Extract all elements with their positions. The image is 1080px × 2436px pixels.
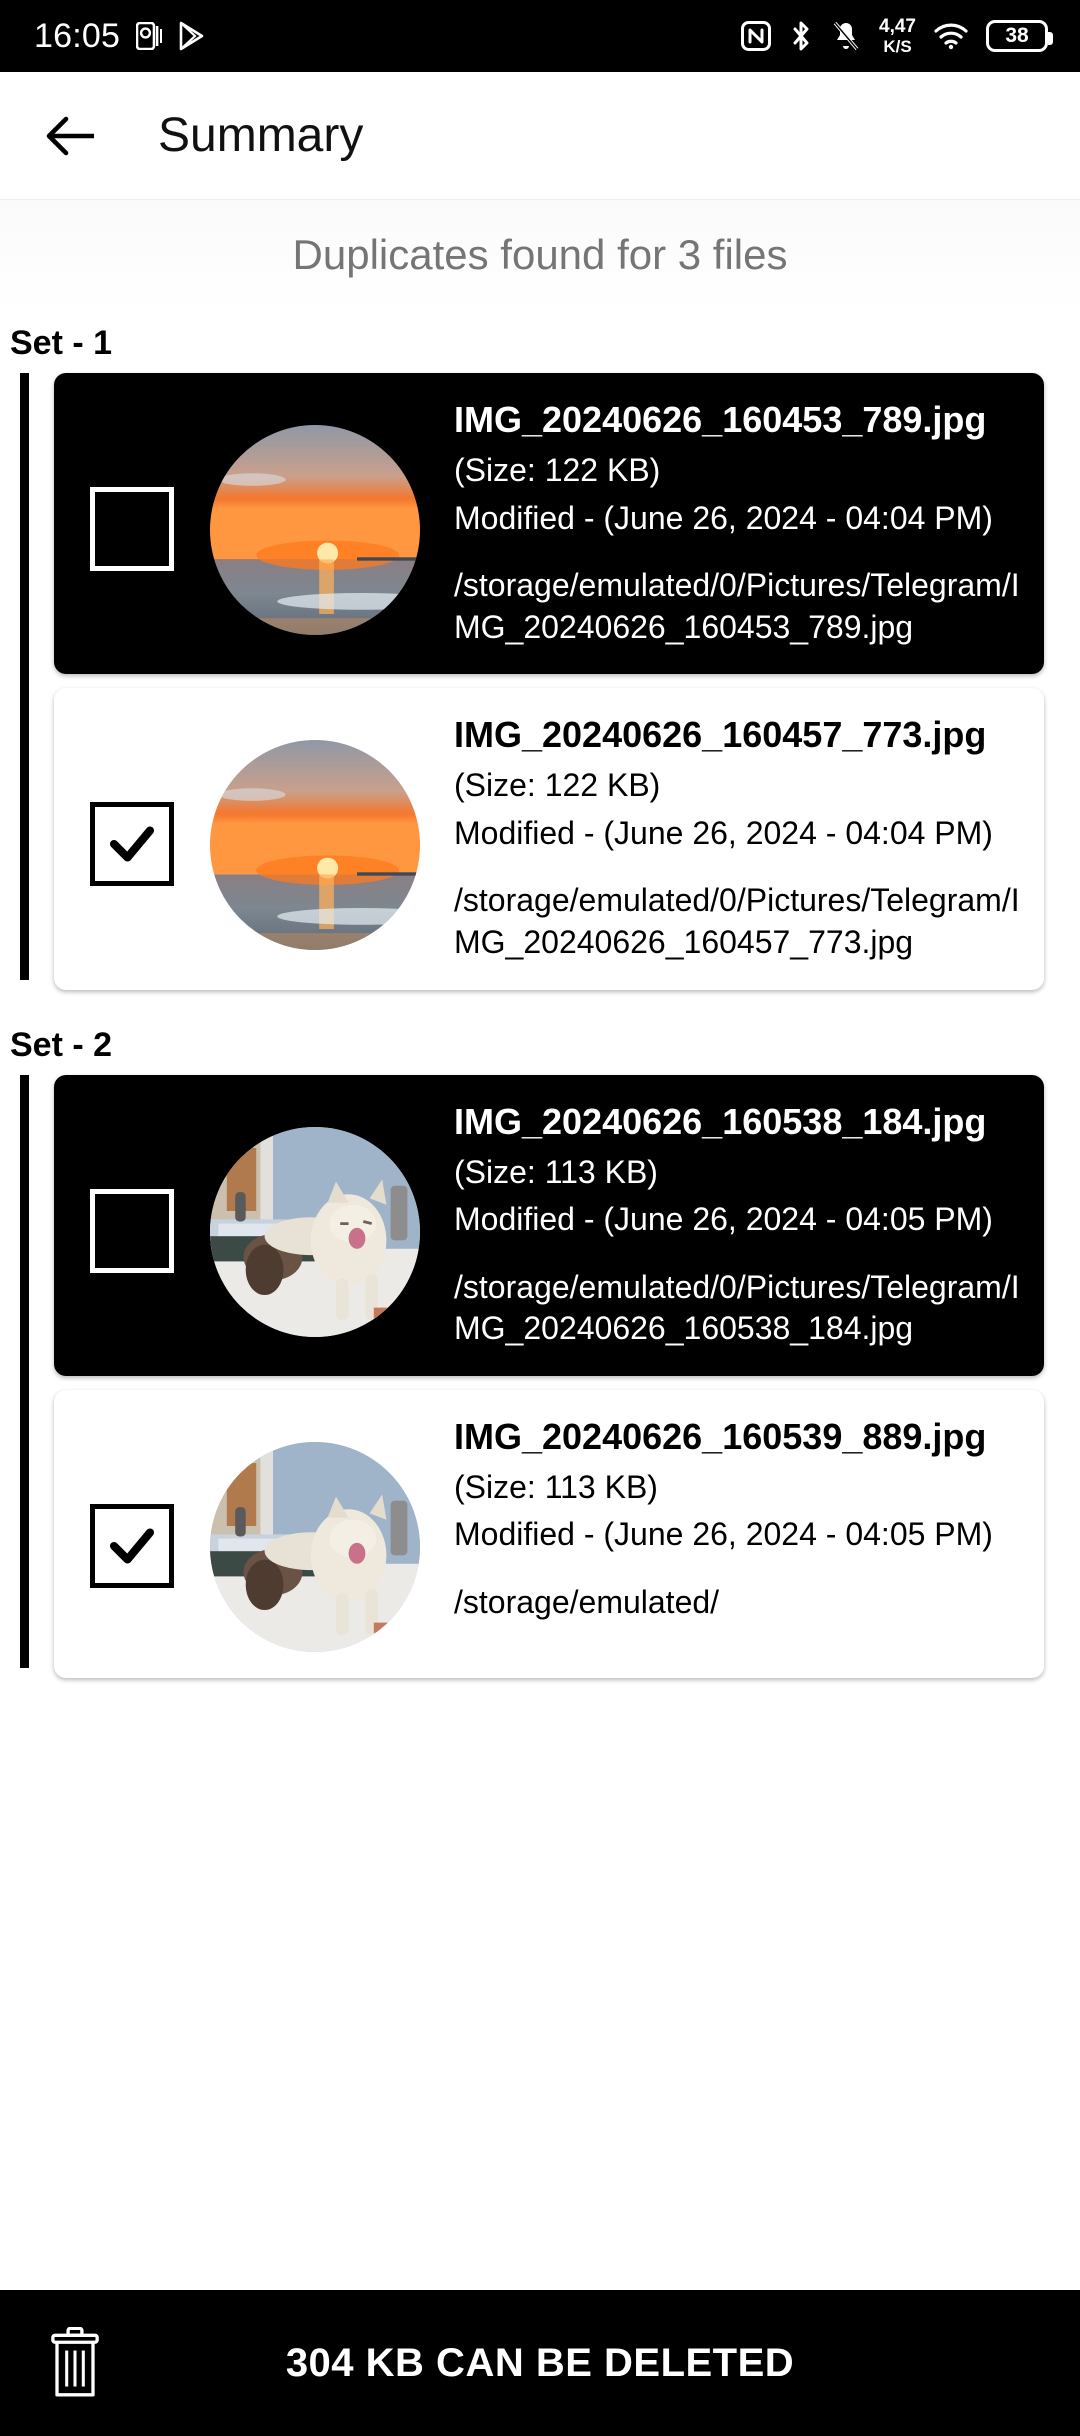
duplicate-sets-list[interactable]: Set - 1 IMG_20240626_160453_789.jpg (Siz…	[0, 310, 1080, 2290]
file-meta: IMG_20240626_160457_773.jpg (Size: 122 K…	[442, 710, 1026, 963]
file-path: /storage/emulated/	[454, 1583, 720, 1620]
file-select-checkbox[interactable]	[90, 487, 174, 571]
back-arrow-icon[interactable]	[44, 115, 98, 157]
file-size: (Size: 113 KB)	[454, 1153, 658, 1190]
network-speed-unit: K/S	[883, 37, 912, 56]
file-meta: IMG_20240626_160453_789.jpg (Size: 122 K…	[442, 395, 1026, 648]
file-modified-date: Modified - (June 26, 2024 - 04:05 PM)	[454, 1201, 993, 1238]
file-modified-date: Modified - (June 26, 2024 - 04:05 PM)	[454, 1516, 993, 1553]
duplicate-file-card[interactable]: IMG_20240626_160457_773.jpg (Size: 122 K…	[54, 688, 1044, 990]
file-path: /storage/emulated/0/Pictures/Telegram/IM…	[454, 567, 1020, 645]
cat-window-thumbnail	[210, 1126, 420, 1337]
network-speed-indicator: 4,47 K/S	[879, 17, 916, 55]
set-label: Set - 1	[10, 324, 113, 362]
file-name: IMG_20240626_160453_789.jpg	[454, 399, 987, 440]
set-block: IMG_20240626_160538_184.jpg (Size: 113 K…	[0, 1074, 1080, 1678]
sunset-ocean-thumbnail	[210, 425, 420, 635]
delete-summary-label: 304 KB CAN BE DELETED	[285, 2340, 795, 2385]
cat-window-thumbnail	[210, 1441, 420, 1652]
page-title: Summary	[158, 109, 364, 162]
set-indicator-bar	[20, 373, 29, 980]
file-name: IMG_20240626_160457_773.jpg	[454, 714, 987, 756]
file-size: (Size: 113 KB)	[454, 1468, 658, 1505]
status-bar: 16:05 4,47 K/S 38	[0, 0, 1080, 72]
file-meta: IMG_20240626_160539_889.jpg (Size: 113 K…	[442, 1412, 1026, 1624]
delete-action-bar[interactable]: 304 KB CAN BE DELETED	[0, 2290, 1080, 2436]
duplicate-file-card[interactable]: IMG_20240626_160453_789.jpg (Size: 122 K…	[54, 373, 1044, 675]
network-speed-value: 4,47	[879, 16, 916, 37]
trash-icon[interactable]	[0, 2327, 150, 2399]
file-name: IMG_20240626_160538_184.jpg	[454, 1100, 987, 1142]
subtitle-container: Duplicates found for 3 files	[0, 200, 1080, 310]
file-size: (Size: 122 KB)	[454, 767, 661, 804]
nfc-icon	[741, 21, 772, 51]
file-path: /storage/emulated/0/Pictures/Telegram/IM…	[454, 1268, 1020, 1347]
battery-level: 38	[1005, 24, 1029, 47]
status-bar-left: 16:05	[34, 17, 206, 56]
file-name: IMG_20240626_160539_889.jpg	[454, 1415, 987, 1457]
status-bar-right: 4,47 K/S 38	[741, 17, 1053, 55]
file-select-checkbox[interactable]	[90, 802, 174, 887]
file-modified-date: Modified - (June 26, 2024 - 04:04 PM)	[454, 814, 993, 851]
bluetooth-icon	[789, 20, 813, 52]
duplicates-summary-text: Duplicates found for 3 files	[292, 231, 788, 278]
wifi-icon	[934, 22, 968, 50]
file-modified-date: Modified - (June 26, 2024 - 04:04 PM)	[454, 499, 993, 536]
status-bar-clock: 16:05	[34, 16, 121, 55]
checkmark-icon	[109, 826, 155, 862]
file-select-checkbox[interactable]	[90, 1188, 174, 1273]
powerpoint-icon	[136, 22, 163, 50]
set-indicator-bar	[20, 1074, 29, 1668]
duplicate-file-card[interactable]: IMG_20240626_160538_184.jpg (Size: 113 K…	[54, 1074, 1044, 1376]
play-store-icon	[178, 21, 206, 51]
file-size: (Size: 122 KB)	[454, 452, 661, 489]
checkmark-icon	[109, 1528, 155, 1564]
set-block: IMG_20240626_160453_789.jpg (Size: 122 K…	[0, 373, 1080, 990]
duplicate-set: Set - 2 IMG_20240626_160538_184.jpg (Siz…	[0, 1012, 1080, 1678]
file-select-checkbox[interactable]	[90, 1503, 174, 1588]
set-label: Set - 2	[10, 1025, 113, 1064]
notifications-off-icon	[831, 20, 861, 52]
duplicate-file-card[interactable]: IMG_20240626_160539_889.jpg (Size: 113 K…	[54, 1389, 1044, 1678]
app-bar: Summary	[0, 72, 1080, 200]
sunset-ocean-thumbnail	[210, 740, 420, 951]
battery-icon: 38	[986, 20, 1053, 52]
file-meta: IMG_20240626_160538_184.jpg (Size: 113 K…	[442, 1097, 1026, 1350]
file-path: /storage/emulated/0/Pictures/Telegram/IM…	[454, 882, 1020, 960]
duplicate-set: Set - 1 IMG_20240626_160453_789.jpg (Siz…	[0, 310, 1080, 990]
